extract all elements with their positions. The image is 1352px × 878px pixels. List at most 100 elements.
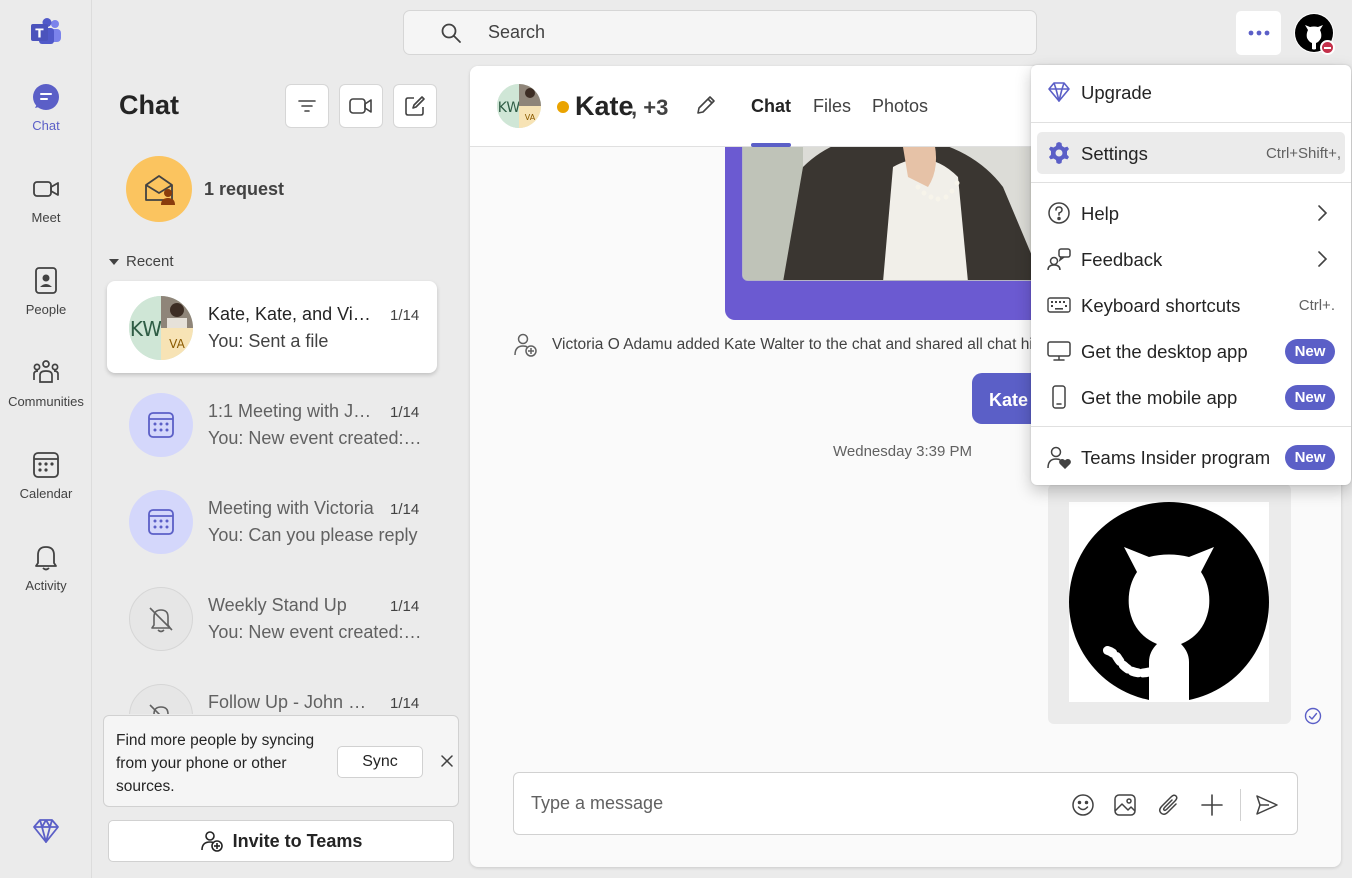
- calendar-icon: [148, 412, 174, 438]
- mail-person-icon: [145, 175, 175, 205]
- chat-list-item[interactable]: Follow Up - John Smith 1/14: [107, 669, 437, 714]
- chat-list-item[interactable]: Weekly Stand Up 1/14 You: New event crea…: [107, 572, 437, 664]
- premium-diamond-icon[interactable]: [31, 816, 61, 846]
- rail-item-people[interactable]: People: [0, 266, 92, 346]
- sync-contacts-card: Find more people by syncing from your ph…: [103, 715, 459, 807]
- paperclip-icon[interactable]: [1157, 793, 1181, 817]
- svg-text:T: T: [35, 27, 44, 41]
- github-logo-image[interactable]: [1069, 502, 1269, 702]
- chat-list-item[interactable]: 1:1 Meeting with John 1/14 You: New even…: [107, 378, 437, 470]
- compose-divider: [1240, 789, 1241, 821]
- calendar-icon: [31, 450, 61, 480]
- calendar-icon: [148, 509, 174, 535]
- add-person-icon: [514, 333, 537, 357]
- muted-meeting-avatar: [129, 684, 193, 714]
- new-chat-button[interactable]: [393, 84, 437, 128]
- svg-text:KW: KW: [130, 317, 162, 341]
- rail-item-chat[interactable]: Chat: [0, 82, 92, 162]
- communities-icon: [31, 358, 61, 388]
- edit-pencil-icon[interactable]: [694, 93, 718, 117]
- menu-item-insider-program[interactable]: Teams Insider program New: [1037, 436, 1345, 478]
- menu-label: Settings: [1081, 143, 1148, 164]
- chat-list-title: Chat: [119, 90, 179, 120]
- avatar-initials: VA: [525, 113, 536, 122]
- tab-chat[interactable]: Chat: [751, 96, 791, 117]
- filter-button[interactable]: [285, 84, 329, 128]
- feedback-icon: [1047, 247, 1071, 271]
- chat-list-item[interactable]: Meeting with Victoria 1/14 You: Can you …: [107, 475, 437, 567]
- rail-label: Meet: [31, 210, 61, 225]
- caret-down-icon: [109, 258, 119, 265]
- menu-divider: [1031, 182, 1351, 183]
- more-options-button[interactable]: [1236, 11, 1281, 55]
- avatar-initials: KW: [498, 100, 521, 116]
- menu-item-upgrade[interactable]: Upgrade: [1037, 71, 1345, 113]
- message-compose-box[interactable]: Type a message: [513, 772, 1298, 835]
- emoji-icon[interactable]: [1071, 793, 1095, 817]
- chat-name: 1:1 Meeting with John: [208, 401, 378, 421]
- rail-item-calendar[interactable]: Calendar: [0, 450, 92, 530]
- recent-section-toggle[interactable]: Recent: [109, 253, 174, 270]
- rail-item-meet[interactable]: Meet: [0, 174, 92, 254]
- timestamp-divider: Wednesday 3:39 PM: [833, 443, 972, 460]
- keyboard-icon: [1047, 293, 1071, 317]
- menu-item-desktop-app[interactable]: Get the desktop app New: [1037, 330, 1345, 372]
- chevron-right-icon: [1313, 204, 1331, 222]
- bell-off-icon: [149, 704, 169, 714]
- rail-item-communities[interactable]: Communities: [0, 358, 92, 438]
- menu-label: Upgrade: [1081, 82, 1152, 103]
- plus-icon[interactable]: [1200, 793, 1224, 817]
- search-box[interactable]: Search: [403, 10, 1037, 55]
- meeting-avatar: [129, 393, 193, 457]
- search-icon: [440, 22, 462, 44]
- tab-photos[interactable]: Photos: [872, 96, 928, 117]
- gear-icon: [1047, 141, 1071, 165]
- tab-files[interactable]: Files: [813, 96, 851, 117]
- menu-item-settings[interactable]: Settings Ctrl+Shift+,: [1037, 132, 1345, 174]
- chat-date: 1/14: [390, 695, 420, 712]
- read-receipt-icon: [1304, 707, 1322, 725]
- rail-label: Activity: [25, 578, 67, 593]
- add-person-icon: [200, 831, 223, 852]
- do-not-disturb-status-icon: [1320, 40, 1335, 55]
- chat-date: 1/14: [390, 501, 420, 518]
- sync-button[interactable]: Sync: [337, 746, 423, 778]
- chat-list-item[interactable]: KW VA Kate, Kate, and Victoria 1/14 You:…: [107, 281, 437, 373]
- new-badge: New: [1285, 339, 1335, 364]
- send-icon[interactable]: [1255, 793, 1279, 817]
- svg-text:VA: VA: [169, 337, 185, 351]
- menu-divider: [1031, 122, 1351, 123]
- system-message: Victoria O Adamu added Kate Walter to th…: [512, 332, 1112, 358]
- menu-item-mobile-app[interactable]: Get the mobile app New: [1037, 376, 1345, 418]
- chat-preview: You: New event created: Weekly: [208, 622, 424, 642]
- chat-date: 1/14: [390, 598, 420, 615]
- ellipsis-icon: [1248, 30, 1269, 36]
- rail-label: People: [25, 302, 67, 317]
- menu-item-keyboard-shortcuts[interactable]: Keyboard shortcuts Ctrl+.: [1037, 284, 1345, 326]
- conversation-member-count: , +3: [631, 95, 669, 120]
- muted-meeting-avatar: [129, 587, 193, 651]
- rail-label: Chat: [32, 118, 60, 133]
- invite-to-teams-button[interactable]: Invite to Teams: [108, 820, 454, 862]
- phone-icon: [1047, 385, 1071, 409]
- video-camera-icon: [31, 174, 61, 204]
- bell-icon: [31, 542, 61, 572]
- close-icon[interactable]: [439, 753, 455, 769]
- chat-name: Meeting with Victoria: [208, 498, 374, 518]
- person-heart-icon: [1047, 445, 1071, 469]
- rail-item-activity[interactable]: Activity: [0, 542, 92, 622]
- menu-item-help[interactable]: Help: [1037, 192, 1345, 234]
- profile-avatar[interactable]: [1294, 13, 1335, 55]
- menu-shortcut: Ctrl+.: [1298, 297, 1335, 314]
- member-count: +3: [643, 95, 669, 120]
- menu-label: Keyboard shortcuts: [1081, 295, 1241, 316]
- menu-item-feedback[interactable]: Feedback: [1037, 238, 1345, 280]
- message-request-row[interactable]: 1 request: [126, 156, 284, 222]
- chat-preview: You: Can you please reply: [208, 525, 418, 545]
- monitor-icon: [1047, 339, 1071, 363]
- chat-name: Follow Up - John Smith: [208, 692, 378, 712]
- chat-date: 1/14: [390, 404, 420, 421]
- meet-now-button[interactable]: [339, 84, 383, 128]
- image-attach-icon[interactable]: [1113, 793, 1137, 817]
- image-message[interactable]: [1048, 484, 1291, 724]
